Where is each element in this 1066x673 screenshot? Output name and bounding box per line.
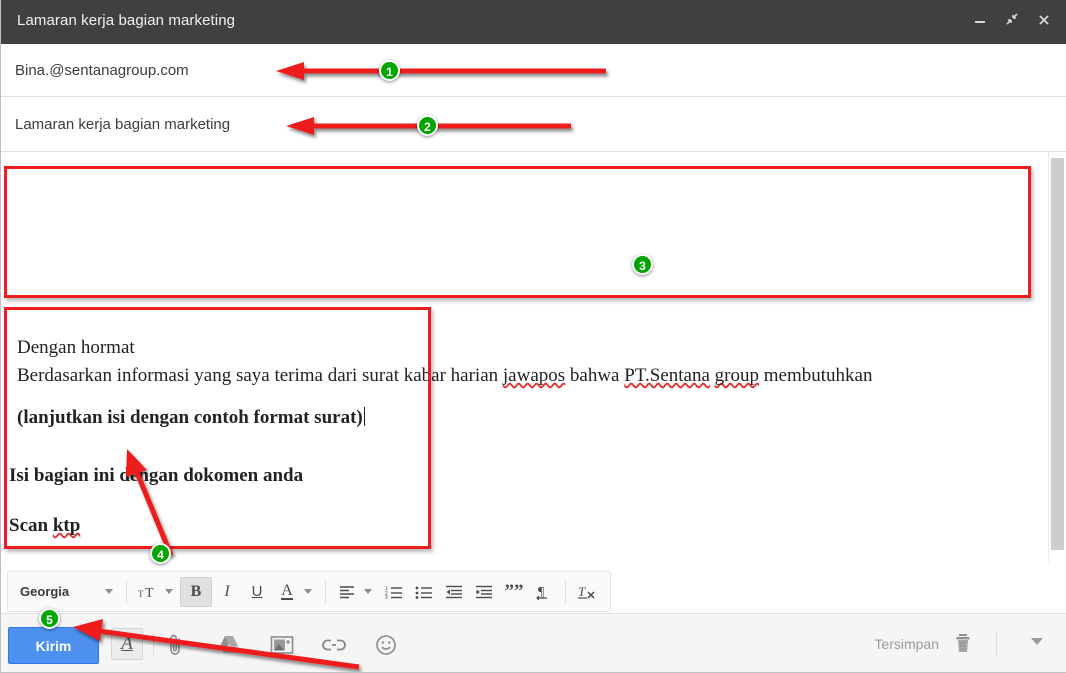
- text-color-icon[interactable]: A: [272, 578, 302, 606]
- body-scrollbar-track[interactable]: [1048, 152, 1066, 562]
- minimize-icon[interactable]: [967, 10, 993, 34]
- compose-bottom-bar: Kirim A Tersimpan: [1, 613, 1066, 672]
- text-color-chevron-down-icon[interactable]: [304, 589, 312, 594]
- body-line-intro: Berdasarkan informasi yang saya terima d…: [17, 362, 872, 390]
- formatting-toolbar: Georgia T T B I U A 1 2 3 ”” ¶ T: [7, 571, 611, 612]
- insert-link-icon[interactable]: [321, 632, 347, 658]
- strikethrough-icon[interactable]: ¶: [529, 578, 559, 606]
- body-text-a: Berdasarkan informasi yang saya terima d…: [17, 365, 503, 387]
- insert-photo-icon[interactable]: [269, 632, 295, 658]
- message-body-editor[interactable]: Dengan hormat Berdasarkan informasi yang…: [1, 152, 1066, 562]
- recipient-row[interactable]: Bina.@sentanagroup.com: [1, 44, 1066, 97]
- indent-more-icon[interactable]: [469, 578, 499, 606]
- attachment-item-ktp: Scan ktp: [9, 512, 303, 540]
- gmail-compose-window: Lamaran kerja bagian marketing Bina.@sen…: [0, 0, 1066, 673]
- underline-icon[interactable]: U: [242, 578, 272, 606]
- insert-drive-icon[interactable]: [216, 632, 242, 658]
- misspelled-jawapos: jawapos: [502, 365, 566, 387]
- send-button[interactable]: Kirim: [8, 627, 99, 664]
- body-scrollbar-thumb[interactable]: [1051, 158, 1064, 550]
- svg-text:T: T: [138, 589, 144, 599]
- popout-shrink-icon[interactable]: [999, 10, 1025, 34]
- formatting-options-icon[interactable]: A: [111, 628, 143, 660]
- font-size-chevron-down-icon[interactable]: [165, 589, 173, 594]
- bold-icon[interactable]: B: [180, 576, 212, 607]
- attach-file-icon[interactable]: [165, 632, 187, 658]
- body-text-d: membutuhkan: [759, 365, 873, 387]
- quote-icon[interactable]: ””: [499, 578, 529, 606]
- svg-text:T: T: [145, 586, 154, 601]
- body-paragraph-main[interactable]: Dengan hormat Berdasarkan informasi yang…: [17, 334, 872, 432]
- saved-status-label: Tersimpan: [874, 636, 939, 652]
- discard-draft-icon[interactable]: [953, 632, 975, 656]
- italic-icon[interactable]: I: [212, 578, 242, 606]
- misspelled-ktp: ktp: [52, 515, 81, 537]
- bottombar-divider: [153, 631, 154, 655]
- attachment-heading: Isi bagian ini dengan dokomen anda: [9, 465, 304, 486]
- svg-text:T: T: [578, 584, 586, 599]
- bottombar-divider-2: [996, 632, 997, 656]
- font-size-icon[interactable]: T T: [133, 578, 163, 606]
- recipient-value[interactable]: Bina.@sentanagroup.com: [15, 62, 189, 79]
- font-family-selector[interactable]: Georgia: [8, 578, 98, 606]
- body-blank-line: [17, 390, 872, 404]
- misspelled-pt-sentana: PT.Sentana: [624, 365, 710, 387]
- bulleted-list-icon[interactable]: [409, 578, 439, 606]
- toolbar-divider: [126, 580, 127, 603]
- align-icon[interactable]: [332, 578, 362, 606]
- svg-text:3: 3: [385, 595, 388, 599]
- subject-value[interactable]: Lamaran kerja bagian marketing: [15, 116, 230, 133]
- body-line-placeholder: (lanjutkan isi dengan contoh format sura…: [17, 404, 872, 432]
- attachment-instructions-block[interactable]: Isi bagian ini dengan dokomen anda Scan …: [9, 462, 303, 562]
- body-placeholder-text: (lanjutkan isi dengan contoh format sura…: [17, 407, 363, 429]
- toolbar-divider-2: [325, 580, 326, 603]
- text-caret: [363, 407, 365, 427]
- font-family-chevron-down-icon[interactable]: [105, 589, 113, 594]
- align-chevron-down-icon[interactable]: [364, 589, 372, 594]
- indent-less-icon[interactable]: [439, 578, 469, 606]
- body-line-greeting: Dengan hormat: [17, 337, 135, 358]
- misspelled-group: group: [714, 365, 759, 387]
- toolbar-divider-3: [565, 580, 566, 603]
- remove-formatting-icon[interactable]: T: [572, 578, 602, 606]
- close-icon[interactable]: [1031, 10, 1057, 34]
- attachment-item-ktp-prefix: Scan: [9, 515, 53, 537]
- compose-titlebar: Lamaran kerja bagian marketing: [1, 0, 1066, 44]
- more-options-chevron-down-icon[interactable]: [1031, 638, 1043, 645]
- subject-row[interactable]: Lamaran kerja bagian marketing: [1, 97, 1066, 152]
- compose-window-title: Lamaran kerja bagian marketing: [17, 12, 236, 29]
- body-text-b: bahwa: [565, 365, 625, 387]
- insert-emoji-icon[interactable]: [373, 632, 399, 658]
- numbered-list-icon[interactable]: 1 2 3: [379, 578, 409, 606]
